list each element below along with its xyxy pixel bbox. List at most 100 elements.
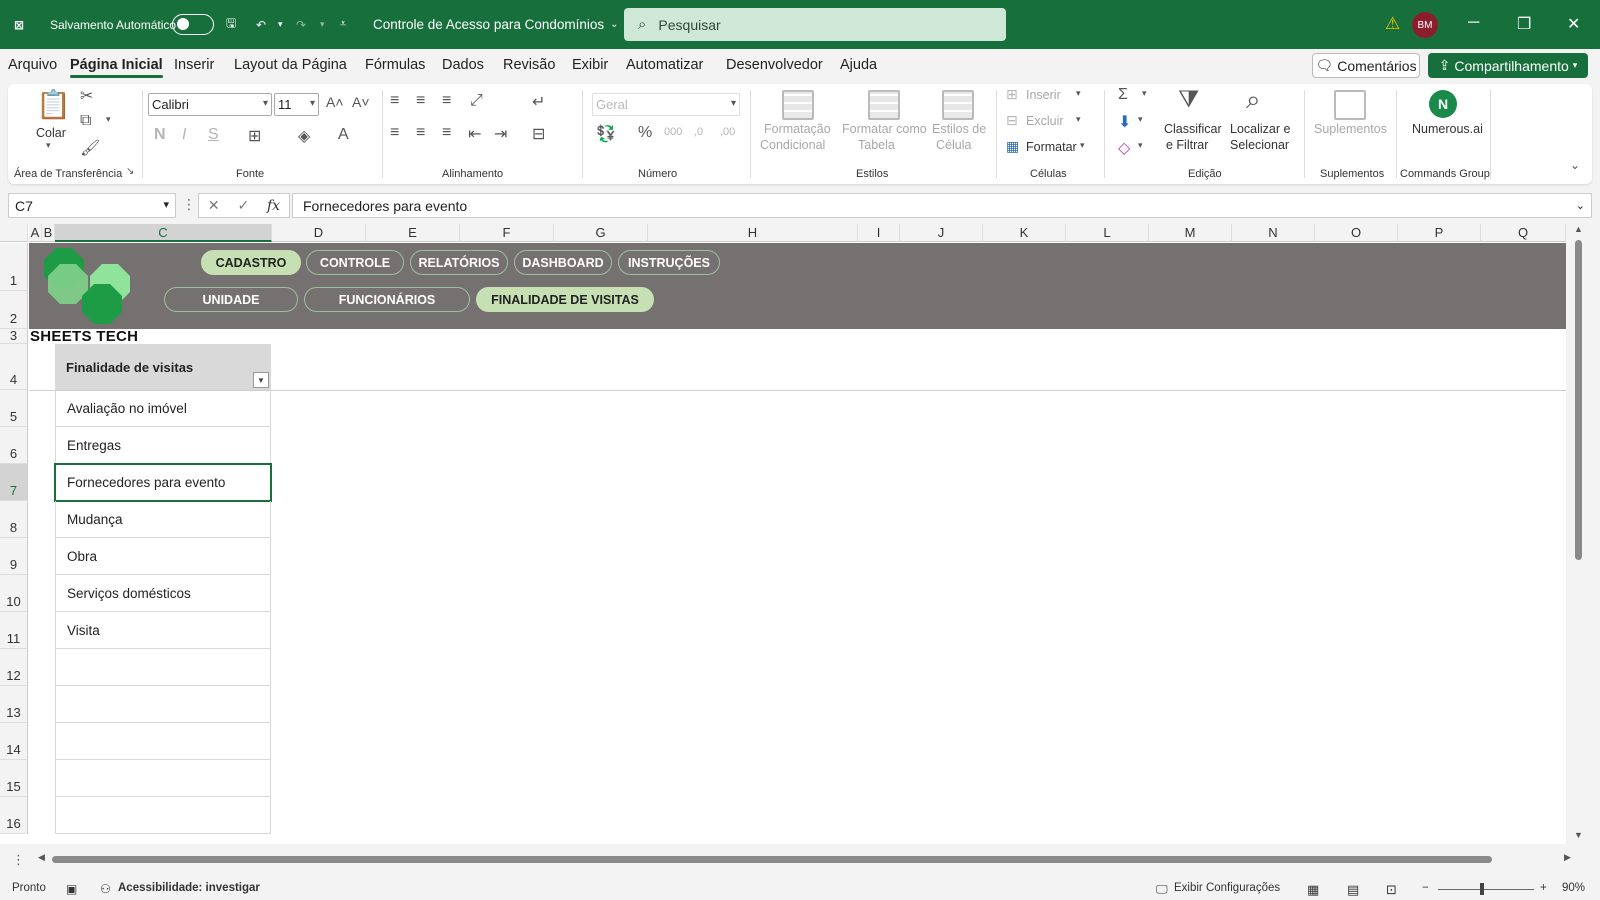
nav-cadastro[interactable]: CADASTRO: [201, 250, 301, 275]
paste-label[interactable]: Colar: [36, 126, 66, 140]
row-header-7[interactable]: 7: [0, 464, 28, 501]
page-break-view-icon[interactable]: ⊡: [1386, 882, 1397, 898]
table-row-selected[interactable]: Fornecedores para evento: [54, 463, 272, 502]
decrease-font-icon[interactable]: A˅: [352, 94, 370, 110]
normal-view-icon[interactable]: ▦: [1307, 882, 1319, 898]
row-header-13[interactable]: 13: [0, 686, 28, 723]
clear-icon[interactable]: ◇: [1118, 138, 1130, 158]
page-layout-view-icon[interactable]: ▤: [1347, 882, 1359, 898]
decrease-indent-icon[interactable]: ⇤: [468, 124, 481, 144]
row-header-6[interactable]: 6: [0, 427, 28, 464]
conditional-format-label-1[interactable]: Formatação: [764, 122, 831, 136]
table-row[interactable]: Visita: [55, 612, 271, 649]
horizontal-scrollbar[interactable]: ◀ ▶: [36, 852, 1574, 866]
orientation-icon[interactable]: ⤢: [470, 92, 483, 110]
font-name-select[interactable]: Calibri ▾: [148, 93, 272, 116]
redo-dropdown-icon[interactable]: ▾: [320, 0, 325, 49]
zoom-level[interactable]: 90%: [1562, 882, 1585, 894]
increase-decimal-icon[interactable]: ,0: [694, 126, 703, 138]
borders-icon[interactable]: ⊞: [248, 126, 261, 146]
avatar[interactable]: BM: [1412, 12, 1438, 38]
chevron-down-icon[interactable]: ▾: [1138, 140, 1143, 151]
select-all-corner[interactable]: [0, 224, 28, 242]
row-header-8[interactable]: 8: [0, 501, 28, 538]
row-header-3[interactable]: 3: [0, 328, 28, 344]
tab-ajuda[interactable]: Ajuda: [840, 57, 877, 73]
nav-unidade[interactable]: UNIDADE: [164, 287, 298, 312]
insert-function-icon[interactable]: fx: [267, 198, 280, 214]
row-header-15[interactable]: 15: [0, 760, 28, 797]
font-color-icon[interactable]: A: [338, 126, 349, 144]
save-icon[interactable]: 🖫: [226, 0, 236, 49]
cut-icon[interactable]: ✂: [80, 86, 93, 106]
tab-automatizar[interactable]: Automatizar: [626, 57, 703, 73]
font-size-select[interactable]: 11 ▾: [274, 93, 319, 116]
table-row[interactable]: [55, 797, 271, 834]
table-row[interactable]: Serviços domésticos: [55, 575, 271, 612]
copy-icon[interactable]: ⧉: [80, 112, 91, 130]
formula-input[interactable]: Fornecedores para evento ⌄: [292, 193, 1592, 218]
fill-color-icon[interactable]: ◈: [298, 126, 310, 146]
increase-indent-icon[interactable]: ⇥: [494, 124, 507, 144]
vertical-scrollbar[interactable]: ▲ ▼: [1567, 224, 1589, 844]
vertical-scroll-thumb[interactable]: [1575, 240, 1582, 560]
tab-pagina-inicial[interactable]: Página Inicial: [70, 57, 163, 78]
chevron-down-icon[interactable]: ▾: [1138, 114, 1143, 125]
col-header-e[interactable]: E: [366, 224, 460, 242]
zoom-slider-track[interactable]: [1438, 889, 1534, 890]
table-row[interactable]: Avaliação no imóvel: [55, 390, 271, 427]
document-title[interactable]: Controle de Acesso para Condomínios ⌄: [373, 0, 619, 49]
sort-filter-label-2[interactable]: e Filtrar: [1166, 138, 1208, 152]
chevron-down-icon[interactable]: ▾: [1076, 114, 1081, 125]
more-options-icon[interactable]: ⋮: [182, 196, 196, 213]
paste-icon[interactable]: 📋: [36, 88, 71, 121]
tab-inserir[interactable]: Inserir: [174, 57, 214, 73]
row-header-11[interactable]: 11: [0, 612, 28, 649]
format-table-icon[interactable]: [868, 90, 900, 120]
cancel-icon[interactable]: ✕: [208, 197, 220, 214]
tab-desenvolvedor[interactable]: Desenvolvedor: [726, 57, 823, 73]
scroll-up-icon[interactable]: ▲: [1574, 224, 1583, 234]
row-header-12[interactable]: 12: [0, 649, 28, 686]
underline-icon[interactable]: S: [208, 126, 219, 144]
align-top-icon[interactable]: ≡: [390, 92, 399, 110]
addins-button-label[interactable]: Suplementos: [1314, 122, 1387, 136]
align-middle-icon[interactable]: ≡: [416, 92, 425, 110]
wrap-text-icon[interactable]: ↵: [532, 92, 545, 112]
name-box[interactable]: C7 ▾: [8, 193, 176, 218]
minimize-icon[interactable]: ─: [1468, 14, 1479, 32]
col-header-d[interactable]: D: [272, 224, 366, 242]
scroll-left-icon[interactable]: ◀: [38, 852, 45, 863]
display-settings-icon[interactable]: 🖵: [1156, 882, 1168, 897]
tab-formulas[interactable]: Fórmulas: [365, 57, 425, 73]
row-header-5[interactable]: 5: [0, 390, 28, 427]
col-header-c[interactable]: C: [55, 224, 272, 242]
confirm-icon[interactable]: ✓: [237, 197, 249, 214]
bold-icon[interactable]: N: [154, 126, 166, 144]
row-header-2[interactable]: 2: [0, 291, 28, 329]
conditional-format-label-2[interactable]: Condicional: [760, 138, 825, 152]
find-select-label-1[interactable]: Localizar e: [1230, 122, 1290, 136]
row-header-14[interactable]: 14: [0, 723, 28, 760]
close-icon[interactable]: ✕: [1567, 14, 1580, 34]
tab-layout[interactable]: Layout da Página: [234, 57, 347, 73]
insert-cells-icon[interactable]: ⊞: [1006, 86, 1018, 103]
table-row[interactable]: Entregas: [55, 427, 271, 464]
col-header-q[interactable]: Q: [1481, 224, 1566, 242]
tab-revisao[interactable]: Revisão: [503, 57, 555, 73]
undo-icon[interactable]: ↶: [256, 0, 266, 49]
zoom-out-icon[interactable]: −: [1422, 882, 1429, 894]
col-header-p[interactable]: P: [1398, 224, 1481, 242]
display-settings[interactable]: Exibir Configurações: [1174, 882, 1280, 894]
format-painter-icon[interactable]: 🖌: [80, 138, 100, 158]
macro-record-icon[interactable]: ▣: [66, 882, 77, 896]
scroll-down-icon[interactable]: ▼: [1574, 830, 1583, 840]
scroll-right-icon[interactable]: ▶: [1564, 852, 1571, 863]
nav-relatorios[interactable]: RELATÓRIOS: [410, 250, 508, 275]
col-header-l[interactable]: L: [1066, 224, 1149, 242]
align-bottom-icon[interactable]: ≡: [442, 92, 451, 110]
autosum-icon[interactable]: Σ: [1118, 86, 1128, 104]
sheet-options-icon[interactable]: ⋮: [12, 852, 25, 868]
chevron-down-icon[interactable]: ▾: [1142, 88, 1147, 99]
numerous-ai-icon[interactable]: N: [1429, 90, 1457, 118]
